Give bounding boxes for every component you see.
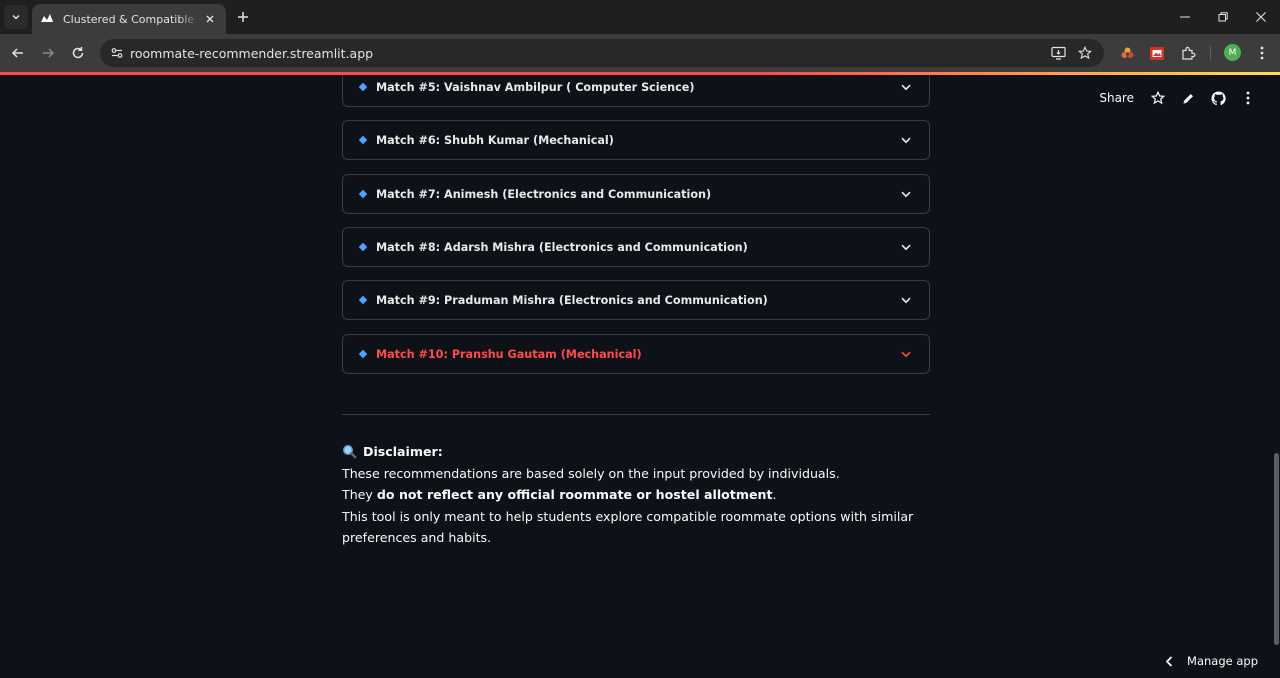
match-label: Match #8: Adarsh Mishra (Electronics and… xyxy=(376,240,748,254)
main-menu-icon[interactable] xyxy=(1238,88,1258,108)
tab-search-button[interactable] xyxy=(4,5,28,29)
match-label: Match #9: Praduman Mishra (Electronics a… xyxy=(376,293,768,307)
manage-app-label: Manage app xyxy=(1187,654,1258,668)
close-tab-icon[interactable] xyxy=(202,11,218,27)
diamond-bullet-icon xyxy=(358,135,368,145)
streamlit-app: Share Match #5: Vaishnav Ambilpur ( Comp… xyxy=(0,75,1280,678)
chevron-down-icon xyxy=(899,293,913,307)
match-label: Match #10: Pranshu Gautam (Mechanical) xyxy=(376,347,642,361)
diamond-bullet-icon xyxy=(358,82,368,92)
share-button[interactable]: Share xyxy=(1099,91,1134,105)
arrow-left-icon xyxy=(11,48,23,58)
browser-menu-icon[interactable] xyxy=(1253,44,1271,62)
browser-tab-strip: Clustered & Compatible · Streamlit xyxy=(0,0,1280,34)
forward-button[interactable] xyxy=(38,43,58,63)
address-bar[interactable]: roommate-recommender.streamlit.app xyxy=(100,39,1104,67)
disclaimer-title: Disclaimer: xyxy=(363,444,443,459)
disclaimer-line-2-emphasis: do not reflect any official roommate or … xyxy=(376,487,773,502)
url-text[interactable]: roommate-recommender.streamlit.app xyxy=(130,46,373,61)
match-expander[interactable]: Match #5: Vaishnav Ambilpur ( Computer S… xyxy=(342,75,930,107)
chevron-down-icon xyxy=(899,347,913,361)
disclaimer-line-3: This tool is only meant to help students… xyxy=(342,508,914,546)
chevron-down-icon xyxy=(12,14,20,20)
github-icon[interactable] xyxy=(1208,88,1228,108)
diamond-bullet-icon xyxy=(358,189,368,199)
profile-avatar[interactable]: M xyxy=(1224,44,1241,61)
close-icon xyxy=(1256,12,1266,22)
section-divider xyxy=(342,414,930,415)
disclaimer-heading: Disclaimer: xyxy=(342,441,930,463)
diamond-bullet-icon xyxy=(358,295,368,305)
diamond-bullet-icon xyxy=(358,242,368,252)
match-label: Match #6: Shubh Kumar (Mechanical) xyxy=(376,133,614,147)
chevron-left-icon xyxy=(1165,655,1173,667)
match-expander[interactable]: Match #7: Animesh (Electronics and Commu… xyxy=(342,174,930,214)
streamlit-header: Share xyxy=(1099,85,1280,111)
chevron-down-icon xyxy=(899,187,913,201)
magnifier-icon xyxy=(342,444,357,459)
disclaimer-line-2-suffix: . xyxy=(772,487,777,502)
match-expander[interactable]: Match #6: Shubh Kumar (Mechanical) xyxy=(342,120,930,160)
restore-icon xyxy=(1218,12,1228,22)
chevron-down-icon xyxy=(899,240,913,254)
arrow-right-icon xyxy=(43,48,55,58)
disclaimer-line-2: They do not reflect any official roommat… xyxy=(342,484,930,506)
minimize-icon xyxy=(1180,16,1190,18)
back-button[interactable] xyxy=(8,43,28,63)
new-tab-button[interactable] xyxy=(234,8,252,26)
manage-app-button[interactable]: Manage app xyxy=(1165,652,1258,670)
site-info-icon[interactable] xyxy=(108,44,126,62)
extension-flower-icon[interactable] xyxy=(1118,44,1136,62)
restore-window-button[interactable] xyxy=(1214,8,1232,26)
disclaimer-line-2-prefix: They xyxy=(342,487,377,502)
bookmark-star-icon[interactable] xyxy=(1076,44,1094,62)
browser-tab-active[interactable]: Clustered & Compatible · Streamlit xyxy=(32,4,226,34)
disclaimer-block: Disclaimer: These recommendations are ba… xyxy=(342,441,930,549)
install-app-icon[interactable] xyxy=(1049,44,1067,62)
page-scrollbar-thumb[interactable] xyxy=(1274,453,1279,645)
plus-icon xyxy=(238,12,248,22)
reload-button[interactable] xyxy=(68,43,88,63)
chevron-down-icon xyxy=(899,80,913,94)
reload-icon xyxy=(72,47,84,59)
diamond-bullet-icon xyxy=(358,349,368,359)
disclaimer-line-1: These recommendations are based solely o… xyxy=(342,465,840,481)
extensions-puzzle-icon[interactable] xyxy=(1179,44,1197,62)
match-label: Match #5: Vaishnav Ambilpur ( Computer S… xyxy=(376,80,695,94)
edit-pencil-icon[interactable] xyxy=(1178,88,1198,108)
browser-toolbar: roommate-recommender.streamlit.app M xyxy=(0,34,1280,72)
extension-pdf-icon[interactable] xyxy=(1148,44,1166,62)
tab-title: Clustered & Compatible · Streamlit xyxy=(63,12,199,26)
match-label: Match #7: Animesh (Electronics and Commu… xyxy=(376,187,712,201)
match-expander[interactable]: Match #8: Adarsh Mishra (Electronics and… xyxy=(342,227,930,267)
match-expander-active[interactable]: Match #10: Pranshu Gautam (Mechanical) xyxy=(342,334,930,374)
chevron-down-icon xyxy=(899,133,913,147)
star-icon[interactable] xyxy=(1148,88,1168,108)
toolbar-separator xyxy=(1210,46,1211,60)
minimize-window-button[interactable] xyxy=(1176,8,1194,26)
close-window-button[interactable] xyxy=(1252,8,1270,26)
streamlit-favicon-icon xyxy=(40,12,54,26)
match-expander[interactable]: Match #9: Praduman Mishra (Electronics a… xyxy=(342,280,930,320)
